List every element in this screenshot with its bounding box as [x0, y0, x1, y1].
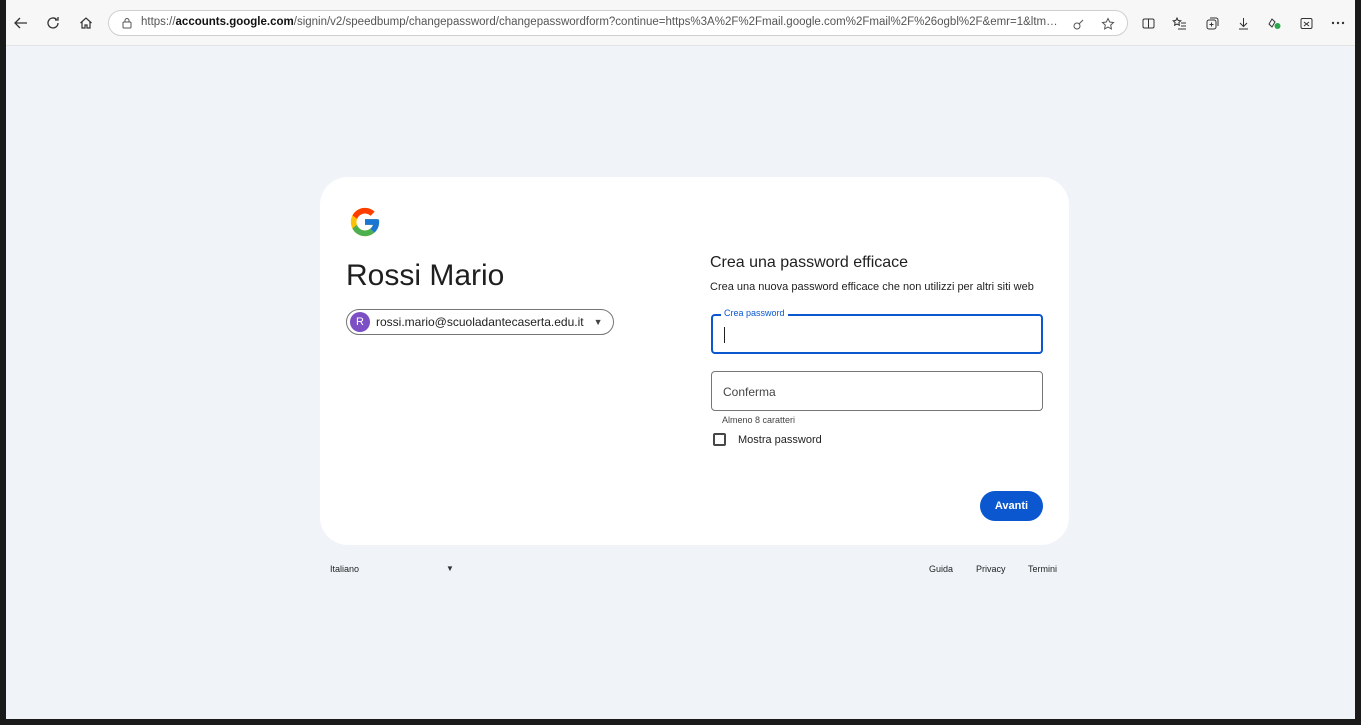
create-password-input[interactable]: Crea password: [711, 308, 1043, 354]
favorite-star-icon[interactable]: [1099, 15, 1117, 33]
page-content: Rossi Mario R rossi.mario@scuoladantecas…: [6, 46, 1355, 719]
screenshot-icon[interactable]: [1295, 12, 1317, 34]
confirm-password-input[interactable]: Conferma: [711, 371, 1043, 411]
extension-icon[interactable]: [1263, 12, 1285, 34]
privacy-link[interactable]: Privacy: [976, 564, 1006, 574]
site-info-icon[interactable]: [119, 15, 135, 31]
chevron-down-icon: ▼: [593, 317, 603, 327]
confirm-placeholder: Conferma: [723, 385, 776, 399]
home-icon[interactable]: [75, 12, 97, 34]
terms-link[interactable]: Termini: [1028, 564, 1057, 574]
browser-toolbar: https://accounts.google.com/signin/v2/sp…: [0, 0, 1361, 46]
favorites-list-icon[interactable]: [1168, 12, 1190, 34]
show-password-toggle[interactable]: Mostra password: [713, 433, 822, 446]
signin-card: Rossi Mario R rossi.mario@scuoladantecas…: [320, 177, 1069, 545]
show-password-checkbox[interactable]: [713, 433, 726, 446]
form-title: Crea una password efficace: [710, 254, 909, 271]
account-name: Rossi Mario: [346, 259, 505, 292]
collections-icon[interactable]: [1201, 12, 1223, 34]
account-email: rossi.mario@scuoladantecaserta.edu.it: [376, 315, 584, 329]
read-aloud-icon[interactable]: [1069, 15, 1087, 33]
url-text: https://accounts.google.com/signin/v2/sp…: [141, 16, 1061, 28]
more-options-icon[interactable]: [1327, 12, 1349, 34]
avatar: R: [350, 312, 370, 332]
split-screen-icon[interactable]: [1137, 12, 1159, 34]
refresh-icon[interactable]: [42, 12, 64, 34]
footer: Italiano ▼ Guida Privacy Termini: [320, 563, 1069, 579]
text-cursor: [724, 327, 725, 343]
back-arrow-icon[interactable]: [10, 12, 32, 34]
chevron-down-icon[interactable]: ▼: [446, 564, 454, 573]
google-logo-icon: [348, 205, 382, 239]
address-bar[interactable]: https://accounts.google.com/signin/v2/sp…: [108, 10, 1128, 36]
next-button[interactable]: Avanti: [980, 491, 1043, 521]
password-hint: Almeno 8 caratteri: [722, 415, 796, 425]
language-selector[interactable]: Italiano: [330, 564, 359, 574]
help-link[interactable]: Guida: [929, 564, 953, 574]
form-subtitle: Crea una nuova password efficace che non…: [710, 281, 1034, 293]
account-chooser-chip[interactable]: R rossi.mario@scuoladantecaserta.edu.it …: [346, 309, 614, 335]
show-password-label: Mostra password: [738, 433, 822, 446]
download-icon[interactable]: [1232, 12, 1254, 34]
create-password-label: Crea password: [721, 308, 788, 318]
